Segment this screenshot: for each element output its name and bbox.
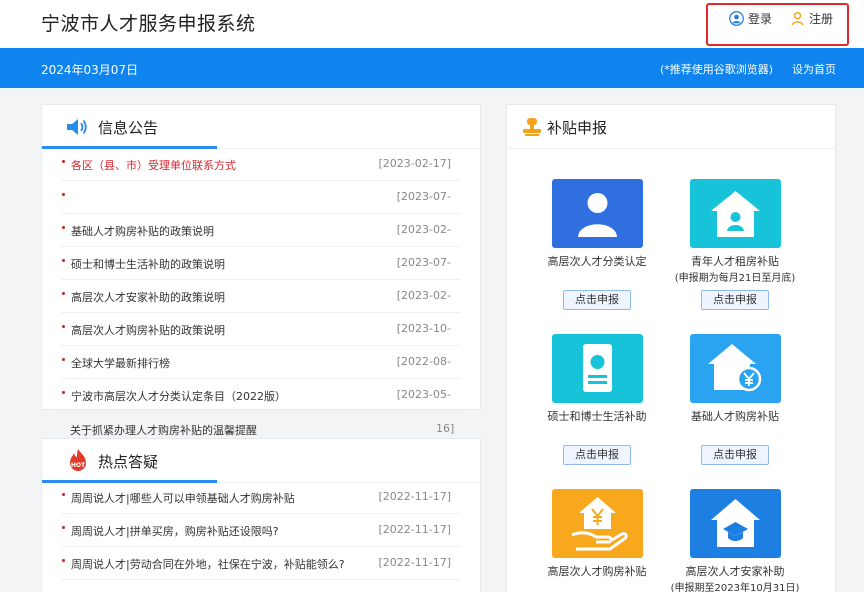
user-circle-icon — [729, 11, 744, 26]
notice-text[interactable]: 高层次人才购房补贴的政策说明 — [71, 322, 225, 338]
notice-date: [2023-05- — [396, 388, 451, 401]
notice-date: [2023-07- — [396, 190, 451, 203]
faq-text[interactable]: 周周说人才|哪些人可以申领基础人才购房补贴 — [71, 490, 295, 506]
bullet-dot — [62, 559, 65, 562]
register-label[interactable]: 注册 — [809, 10, 833, 27]
notice-text[interactable]: 全球大学最新排行榜 — [71, 355, 170, 371]
faq-panel-title: 热点答疑 — [98, 453, 159, 471]
tile-label: 硕士和博士生活补助 — [547, 410, 647, 423]
notice-date: [2022-08- — [396, 355, 451, 368]
notice-date: [2023-10- — [396, 322, 451, 335]
bullet-dot — [62, 391, 65, 394]
tile-label: 基础人才购房补贴 — [691, 410, 779, 423]
tile-talent-classification[interactable] — [552, 179, 643, 248]
notice-item[interactable]: 基础人才购房补贴的政策说明 [2023-02- — [61, 214, 461, 247]
bullet-dot — [62, 493, 65, 496]
hand-yen-icon — [571, 497, 628, 551]
bullet-dot — [62, 160, 65, 163]
notice-text[interactable]: 硕士和博士生活补助的政策说明 — [71, 256, 225, 272]
house-cap-icon — [711, 499, 760, 547]
certificate-icon — [583, 344, 612, 392]
bullet-dot — [62, 358, 65, 361]
stamp-icon — [523, 118, 541, 136]
faq-date: [2022-11-17] — [378, 523, 451, 536]
info-bar: 2024年03月07日 (*推荐使用谷歌浏览器) 设为首页 — [0, 48, 864, 88]
faq-item[interactable]: 周周说人才|劳动合同在外地，社保在宁波，补贴能领么? [2022-11-17] — [61, 547, 461, 580]
notice-item[interactable]: 高层次人才购房补贴的政策说明 [2023-10- — [61, 313, 461, 346]
current-date: 2024年03月07日 — [41, 63, 139, 77]
notice-panel-title: 信息公告 — [98, 119, 159, 137]
notice-date: [2023-02-17] — [378, 157, 451, 170]
hot-flame-icon: HOT — [70, 449, 86, 471]
tile-label: 高层次人才安家补助 — [685, 565, 785, 578]
tile-label: 高层次人才购房补贴 — [547, 565, 647, 578]
tile-label: 青年人才租房补贴 — [691, 255, 779, 268]
notice-date: [2023-02- — [396, 223, 451, 236]
apply-button[interactable]: 点击申报 — [563, 290, 631, 310]
tile-master-doctor-allowance[interactable] — [552, 334, 643, 403]
user-add-icon — [791, 11, 804, 26]
speaker-icon — [67, 119, 87, 135]
bullet-dot — [62, 526, 65, 529]
overflow-notice-date: 16] — [436, 422, 455, 435]
browser-tip: (*推荐使用谷歌浏览器) — [660, 63, 774, 76]
set-homepage-link[interactable]: 设为首页 — [792, 61, 836, 77]
notice-item[interactable]: 高层次人才安家补助的政策说明 [2023-02- — [61, 280, 461, 313]
bullet-dot — [62, 193, 65, 196]
notice-item[interactable]: [2023-07- — [61, 181, 461, 214]
notice-text[interactable]: 宁波市高层次人才分类认定条目（2022版） — [71, 388, 286, 404]
notice-item[interactable]: 硕士和博士生活补助的政策说明 [2023-07- — [61, 247, 461, 280]
faq-text[interactable]: 周周说人才|劳动合同在外地，社保在宁波，补贴能领么? — [71, 556, 345, 572]
subsidy-panel-header: 补贴申报 — [507, 105, 835, 149]
bullet-dot — [62, 259, 65, 262]
bullet-dot — [62, 325, 65, 328]
tile-label: 高层次人才分类认定 — [547, 255, 647, 268]
faq-item[interactable]: 周周说人才|拼单买房，购房补贴还设限吗? [2022-11-17] — [61, 514, 461, 547]
top-header: 宁波市人才服务申报系统 登录 注册 — [0, 0, 864, 48]
overflow-notice-text[interactable]: 关于抓紧办理人才购房补贴的温馨提醒 — [70, 422, 257, 438]
login-link[interactable]: 登录 — [729, 10, 772, 27]
notice-text[interactable]: 基础人才购房补贴的政策说明 — [71, 223, 214, 239]
faq-item[interactable]: 周周说人才|哪些人可以申领基础人才购房补贴 [2022-11-17] — [61, 481, 461, 514]
svg-text:HOT: HOT — [71, 462, 86, 469]
notice-item[interactable]: 宁波市高层次人才分类认定条目（2022版） [2023-05- — [61, 379, 461, 412]
subsidy-panel-title: 补贴申报 — [547, 119, 608, 137]
tile-high-talent-settlement[interactable] — [690, 489, 781, 558]
bullet-dot — [62, 226, 65, 229]
tile-sub-label: (申报期为每月21日至月底) — [674, 273, 796, 284]
notice-text[interactable]: 高层次人才安家补助的政策说明 — [71, 289, 225, 305]
house-person-icon — [711, 191, 760, 237]
notice-date: [2023-02- — [396, 289, 451, 302]
apply-button[interactable]: 点击申报 — [701, 290, 769, 310]
register-link[interactable]: 注册 — [790, 10, 833, 27]
house-yen-icon — [708, 344, 762, 392]
site-title: 宁波市人才服务申报系统 — [41, 13, 256, 35]
tile-sub-label: (申报期至2023年10月31日) — [670, 583, 800, 592]
notice-item[interactable]: 各区（县、市）受理单位联系方式 [2023-02-17] — [61, 148, 461, 181]
notice-item[interactable]: 全球大学最新排行榜 [2022-08- — [61, 346, 461, 379]
faq-panel-header: HOT 热点答疑 — [42, 439, 480, 483]
bullet-dot — [62, 292, 65, 295]
person-icon — [578, 193, 617, 237]
tile-basic-house-purchase[interactable] — [690, 334, 781, 403]
login-label[interactable]: 登录 — [748, 10, 772, 27]
notice-date: [2023-07- — [396, 256, 451, 269]
faq-date: [2022-11-17] — [378, 556, 451, 569]
notice-text[interactable]: 各区（县、市）受理单位联系方式 — [71, 157, 236, 173]
faq-text[interactable]: 周周说人才|拼单买房，购房补贴还设限吗? — [71, 523, 279, 539]
notice-panel-header: 信息公告 — [42, 105, 480, 149]
tile-high-talent-house-purchase[interactable] — [552, 489, 643, 558]
apply-button[interactable]: 点击申报 — [563, 445, 631, 465]
faq-date: [2022-11-17] — [378, 490, 451, 503]
apply-button[interactable]: 点击申报 — [701, 445, 769, 465]
tile-youth-rent[interactable] — [690, 179, 781, 248]
